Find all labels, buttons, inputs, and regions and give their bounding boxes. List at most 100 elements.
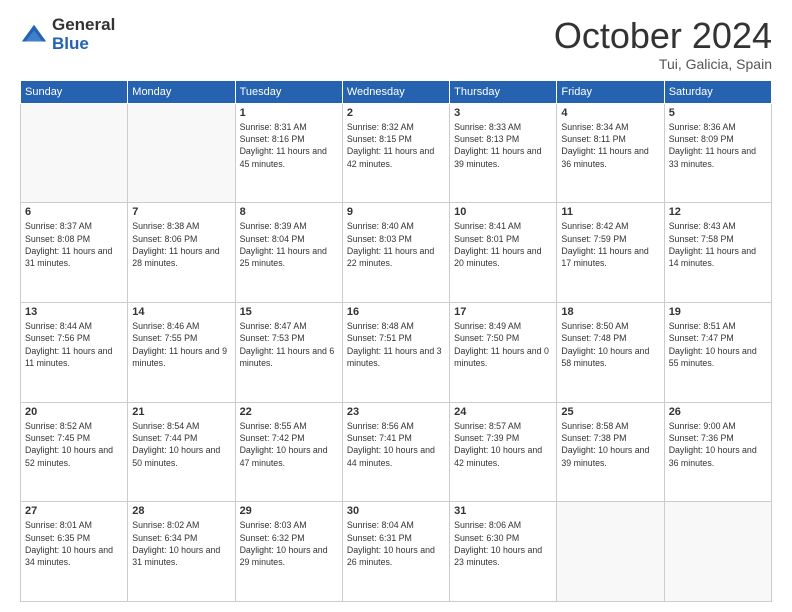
day-number: 8 <box>240 206 338 218</box>
table-row: 4Sunrise: 8:34 AMSunset: 8:11 PMDaylight… <box>557 103 664 203</box>
day-info: Sunrise: 8:41 AMSunset: 8:01 PMDaylight:… <box>454 220 552 269</box>
table-row: 23 Sunrise: 8:56 AMSunset: 7:41 PMDayligh… <box>342 402 449 502</box>
day-info: Sunrise: 8:57 AMSunset: 7:39 PMDaylight:… <box>454 420 552 469</box>
day-number: 30 <box>347 505 445 517</box>
table-row: 22 Sunrise: 8:55 AMSunset: 7:42 PMDayligh… <box>235 402 342 502</box>
col-sunday: Sunday <box>21 80 128 103</box>
calendar-week-row: 1 Sunrise: 8:31 AMSunset: 8:16 PMDaylight… <box>21 103 772 203</box>
day-number: 23 <box>347 406 445 418</box>
day-info: Sunrise: 8:36 AMSunset: 8:09 PMDaylight:… <box>669 121 767 170</box>
col-wednesday: Wednesday <box>342 80 449 103</box>
table-row: 6 Sunrise: 8:37 AMSunset: 8:08 PMDaylight… <box>21 203 128 303</box>
day-info: Sunrise: 8:54 AMSunset: 7:44 PMDaylight:… <box>132 420 230 469</box>
day-number: 20 <box>25 406 123 418</box>
day-number: 7 <box>132 206 230 218</box>
table-row: 21 Sunrise: 8:54 AMSunset: 7:44 PMDayligh… <box>128 402 235 502</box>
logo-icon <box>20 21 48 49</box>
table-row <box>664 502 771 602</box>
calendar-header-row: Sunday Monday Tuesday Wednesday Thursday… <box>21 80 772 103</box>
day-info: Sunrise: 8:46 AMSunset: 7:55 PMDaylight:… <box>132 320 230 369</box>
day-number: 22 <box>240 406 338 418</box>
table-row: 2 Sunrise: 8:32 AMSunset: 8:15 PMDaylight… <box>342 103 449 203</box>
day-info: Sunrise: 8:38 AMSunset: 8:06 PMDaylight:… <box>132 220 230 269</box>
table-row: 5 Sunrise: 8:36 AMSunset: 8:09 PMDaylight… <box>664 103 771 203</box>
day-number: 11 <box>561 206 659 218</box>
table-row: 18 Sunrise: 8:50 AMSunset: 7:48 PMDayligh… <box>557 302 664 402</box>
table-row: 13Sunrise: 8:44 AMSunset: 7:56 PMDayligh… <box>21 302 128 402</box>
logo-general: General <box>52 16 115 35</box>
day-info: Sunrise: 8:31 AMSunset: 8:16 PMDaylight:… <box>240 121 338 170</box>
day-number: 5 <box>669 107 767 119</box>
day-info: Sunrise: 8:40 AMSunset: 8:03 PMDaylight:… <box>347 220 445 269</box>
day-number: 21 <box>132 406 230 418</box>
table-row: 15 Sunrise: 8:47 AMSunset: 7:53 PMDayligh… <box>235 302 342 402</box>
title-block: October 2024 Tui, Galicia, Spain <box>554 16 772 72</box>
table-row: 1 Sunrise: 8:31 AMSunset: 8:16 PMDaylight… <box>235 103 342 203</box>
table-row: 12 Sunrise: 8:43 AMSunset: 7:58 PMDayligh… <box>664 203 771 303</box>
table-row: 10Sunrise: 8:41 AMSunset: 8:01 PMDayligh… <box>450 203 557 303</box>
day-number: 15 <box>240 306 338 318</box>
table-row: 20 Sunrise: 8:52 AMSunset: 7:45 PMDayligh… <box>21 402 128 502</box>
day-number: 27 <box>25 505 123 517</box>
table-row: 31 Sunrise: 8:06 AMSunset: 6:30 PMDayligh… <box>450 502 557 602</box>
day-number: 12 <box>669 206 767 218</box>
day-number: 4 <box>561 107 659 119</box>
day-number: 25 <box>561 406 659 418</box>
day-info: Sunrise: 8:51 AMSunset: 7:47 PMDaylight:… <box>669 320 767 369</box>
calendar-table: Sunday Monday Tuesday Wednesday Thursday… <box>20 80 772 602</box>
location-subtitle: Tui, Galicia, Spain <box>554 56 772 72</box>
table-row: 29 Sunrise: 8:03 AMSunset: 6:32 PMDayligh… <box>235 502 342 602</box>
table-row: 11 Sunrise: 8:42 AMSunset: 7:59 PMDayligh… <box>557 203 664 303</box>
day-info: Sunrise: 8:39 AMSunset: 8:04 PMDaylight:… <box>240 220 338 269</box>
day-info: Sunrise: 8:52 AMSunset: 7:45 PMDaylight:… <box>25 420 123 469</box>
day-info: Sunrise: 8:47 AMSunset: 7:53 PMDaylight:… <box>240 320 338 369</box>
day-number: 6 <box>25 206 123 218</box>
day-info: Sunrise: 8:06 AMSunset: 6:30 PMDaylight:… <box>454 519 552 568</box>
table-row: 19Sunrise: 8:51 AMSunset: 7:47 PMDayligh… <box>664 302 771 402</box>
day-info: Sunrise: 8:42 AMSunset: 7:59 PMDaylight:… <box>561 220 659 269</box>
table-row <box>128 103 235 203</box>
col-tuesday: Tuesday <box>235 80 342 103</box>
table-row: 16 Sunrise: 8:48 AMSunset: 7:51 PMDayligh… <box>342 302 449 402</box>
table-row: 3 Sunrise: 8:33 AMSunset: 8:13 PMDaylight… <box>450 103 557 203</box>
calendar-week-row: 20 Sunrise: 8:52 AMSunset: 7:45 PMDayligh… <box>21 402 772 502</box>
day-number: 28 <box>132 505 230 517</box>
logo-blue: Blue <box>52 35 115 54</box>
table-row: 26Sunrise: 9:00 AMSunset: 7:36 PMDayligh… <box>664 402 771 502</box>
day-info: Sunrise: 8:04 AMSunset: 6:31 PMDaylight:… <box>347 519 445 568</box>
day-info: Sunrise: 8:33 AMSunset: 8:13 PMDaylight:… <box>454 121 552 170</box>
calendar-week-row: 6 Sunrise: 8:37 AMSunset: 8:08 PMDaylight… <box>21 203 772 303</box>
calendar-week-row: 27Sunrise: 8:01 AMSunset: 6:35 PMDayligh… <box>21 502 772 602</box>
day-info: Sunrise: 8:32 AMSunset: 8:15 PMDaylight:… <box>347 121 445 170</box>
day-number: 3 <box>454 107 552 119</box>
day-info: Sunrise: 9:00 AMSunset: 7:36 PMDaylight:… <box>669 420 767 469</box>
col-thursday: Thursday <box>450 80 557 103</box>
day-info: Sunrise: 8:02 AMSunset: 6:34 PMDaylight:… <box>132 519 230 568</box>
col-monday: Monday <box>128 80 235 103</box>
table-row: 9Sunrise: 8:40 AMSunset: 8:03 PMDaylight… <box>342 203 449 303</box>
day-info: Sunrise: 8:43 AMSunset: 7:58 PMDaylight:… <box>669 220 767 269</box>
day-info: Sunrise: 8:44 AMSunset: 7:56 PMDaylight:… <box>25 320 123 369</box>
table-row <box>557 502 664 602</box>
day-number: 29 <box>240 505 338 517</box>
table-row: 17Sunrise: 8:49 AMSunset: 7:50 PMDayligh… <box>450 302 557 402</box>
table-row <box>21 103 128 203</box>
day-number: 16 <box>347 306 445 318</box>
day-info: Sunrise: 8:37 AMSunset: 8:08 PMDaylight:… <box>25 220 123 269</box>
day-info: Sunrise: 8:56 AMSunset: 7:41 PMDaylight:… <box>347 420 445 469</box>
day-info: Sunrise: 8:48 AMSunset: 7:51 PMDaylight:… <box>347 320 445 369</box>
day-info: Sunrise: 8:55 AMSunset: 7:42 PMDaylight:… <box>240 420 338 469</box>
day-info: Sunrise: 8:03 AMSunset: 6:32 PMDaylight:… <box>240 519 338 568</box>
table-row: 8 Sunrise: 8:39 AMSunset: 8:04 PMDaylight… <box>235 203 342 303</box>
table-row: 25Sunrise: 8:58 AMSunset: 7:38 PMDayligh… <box>557 402 664 502</box>
day-number: 18 <box>561 306 659 318</box>
day-info: Sunrise: 8:50 AMSunset: 7:48 PMDaylight:… <box>561 320 659 369</box>
day-number: 31 <box>454 505 552 517</box>
day-number: 1 <box>240 107 338 119</box>
day-number: 17 <box>454 306 552 318</box>
day-number: 24 <box>454 406 552 418</box>
day-number: 2 <box>347 107 445 119</box>
page: General Blue October 2024 Tui, Galicia, … <box>0 0 792 612</box>
col-friday: Friday <box>557 80 664 103</box>
table-row: 7 Sunrise: 8:38 AMSunset: 8:06 PMDaylight… <box>128 203 235 303</box>
